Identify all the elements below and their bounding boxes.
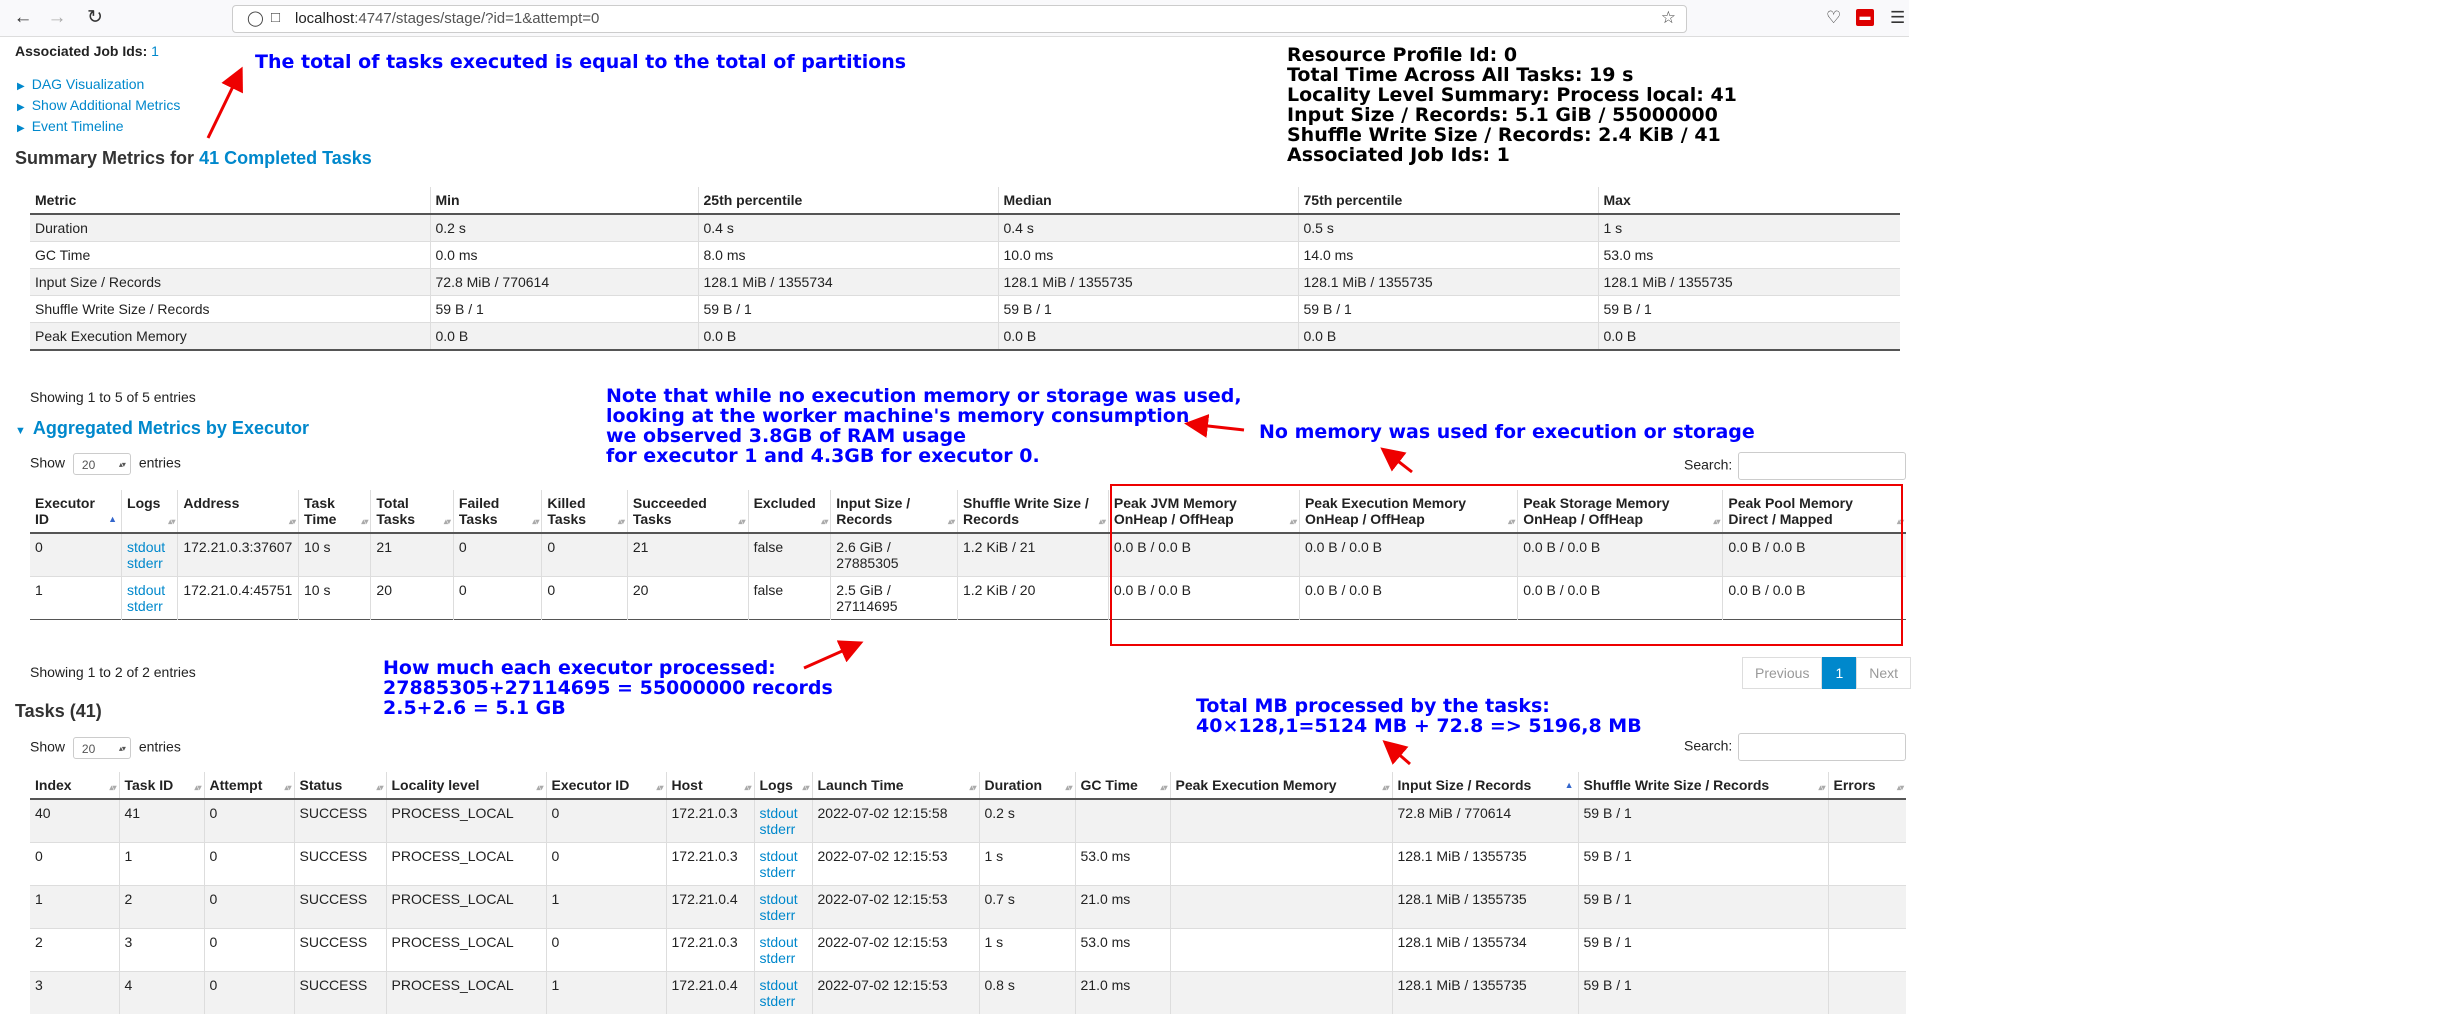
arrow-to-completed-tasks <box>206 66 243 139</box>
arrow-to-task-input <box>1382 740 1411 766</box>
arrow-to-executor-input <box>803 640 864 670</box>
arrow-to-peak-memory <box>1380 447 1413 474</box>
annotation-arrows <box>206 66 1413 766</box>
arrow-to-memory-note <box>1184 414 1245 438</box>
